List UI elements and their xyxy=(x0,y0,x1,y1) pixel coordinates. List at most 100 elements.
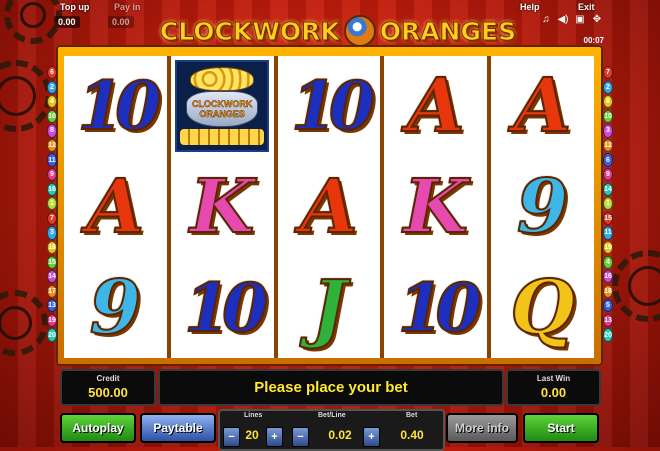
payline-left-3: 3 xyxy=(47,226,57,240)
payline-left-7: 7 xyxy=(47,211,57,225)
credit-label: Credit xyxy=(96,374,120,383)
message-display: Please place your bet xyxy=(158,369,504,406)
bet-label: Bet xyxy=(406,412,418,419)
symbol-10: 10 xyxy=(183,268,269,347)
payline-right-14: 14 xyxy=(603,182,613,196)
reel-symbol: A xyxy=(491,56,594,157)
payline-left-8: 8 xyxy=(47,124,57,138)
payline-right-11: 11 xyxy=(603,226,613,240)
bet-controls: Lines − 20 + Bet/Line − 0.02 + Bet 0.40 xyxy=(218,409,445,451)
reel-symbol: K xyxy=(171,157,274,258)
bonus-symbol: CLOCKWORK ORANGES xyxy=(175,60,270,153)
control-panel: Credit 500.00 Please place your bet Last… xyxy=(56,368,603,451)
symbol-k: K xyxy=(189,163,255,250)
last-win-value: 0.00 xyxy=(540,385,567,400)
reel-symbol: A xyxy=(384,56,487,157)
last-win-display: Last Win 0.00 xyxy=(506,369,601,406)
payline-right-18: 18 xyxy=(603,284,613,298)
symbol-10: 10 xyxy=(76,67,162,146)
payline-left-10: 10 xyxy=(47,109,57,123)
symbol-a: A xyxy=(299,163,358,250)
payline-right-12: 12 xyxy=(603,138,613,153)
symbol-9: 9 xyxy=(89,264,142,351)
payline-right-2: 2 xyxy=(603,80,613,94)
symbol-a: A xyxy=(406,63,465,150)
payline-right-13: 13 xyxy=(603,313,613,328)
payline-right-1: 1 xyxy=(603,197,613,211)
payline-right-10: 10 xyxy=(603,109,613,123)
coins-pile-icon xyxy=(180,129,265,146)
start-button[interactable]: Start xyxy=(523,413,599,443)
payline-left-19: 19 xyxy=(47,313,57,328)
payline-right-6: 6 xyxy=(603,153,613,167)
symbol-j: J xyxy=(310,264,347,351)
last-win-label: Last Win xyxy=(536,374,571,383)
status-message: Please place your bet xyxy=(254,379,408,396)
credit-value: 500.00 xyxy=(88,385,128,400)
paytable-button[interactable]: Paytable xyxy=(140,413,216,443)
payline-indicators-right: 7 2 8 10 3 12 6 9 14 1 15 11 19 4 16 18 5 13 20 xyxy=(603,66,613,342)
reel-symbol: Q xyxy=(491,257,594,358)
payline-indicators-left: 6 2 4 10 8 12 11 9 16 1 7 3 18 15 14 17 13 19 20 xyxy=(47,66,57,342)
reel-symbol: 9 xyxy=(64,257,167,358)
payline-right-9: 9 xyxy=(603,168,613,182)
autoplay-button[interactable]: Autoplay xyxy=(60,413,136,443)
payline-right-5: 5 xyxy=(603,299,613,313)
mascot-icon xyxy=(343,15,376,47)
reel-4: A K 10 xyxy=(384,56,488,358)
speaker-icon[interactable]: ◀) xyxy=(557,14,569,25)
exit-button[interactable]: Exit xyxy=(578,2,595,12)
logo-word-left: CLOCKWORK xyxy=(159,16,340,46)
reel-symbol: 10 xyxy=(384,257,487,358)
payline-left-1: 1 xyxy=(47,197,57,211)
symbol-k: K xyxy=(403,163,469,250)
reel-symbol: 10 xyxy=(64,56,167,157)
fullscreen-icon[interactable]: ▣ xyxy=(574,14,586,25)
reel-1: 10 A 9 xyxy=(64,56,167,358)
payline-right-7: 7 xyxy=(603,66,613,80)
top-up-value: 0.00 xyxy=(54,16,80,28)
payline-left-18: 18 xyxy=(47,240,57,255)
reel-symbol: 9 xyxy=(491,157,594,258)
payline-right-19: 19 xyxy=(603,240,613,255)
top-up-button[interactable]: Top up xyxy=(60,2,89,12)
betline-value: 0.02 xyxy=(328,428,352,442)
reel-grid: 10 A 9 CLOCKWORK ORANGES K 10 10 A J A K 10 A 9 Q xyxy=(64,56,594,358)
reel-symbol: J xyxy=(278,257,381,358)
reel-2: CLOCKWORK ORANGES K 10 xyxy=(170,56,274,358)
money-bag-icon: CLOCKWORK ORANGES xyxy=(186,91,259,128)
betline-increase-button[interactable]: + xyxy=(363,427,380,447)
lines-value: 20 xyxy=(245,428,259,442)
reel-symbol: A xyxy=(278,157,381,258)
payline-left-14: 14 xyxy=(47,270,57,284)
lines-label: Lines xyxy=(244,412,263,419)
payline-left-15: 15 xyxy=(47,255,57,269)
logo-word-right: ORANGES xyxy=(379,16,517,46)
coins-icon xyxy=(190,67,255,92)
session-timer: 00:07 xyxy=(583,36,604,45)
lines-increase-button[interactable]: + xyxy=(266,427,283,447)
payline-right-20: 20 xyxy=(603,328,613,342)
payline-left-16: 16 xyxy=(47,182,57,196)
payline-right-4: 4 xyxy=(603,255,613,269)
payline-left-17: 17 xyxy=(47,284,57,298)
symbol-q: Q xyxy=(509,264,575,351)
payline-left-9: 9 xyxy=(47,168,57,182)
reel-symbol: CLOCKWORK ORANGES xyxy=(171,56,274,157)
reel-symbol: A xyxy=(64,157,167,258)
symbol-10: 10 xyxy=(397,268,483,347)
payline-right-8: 8 xyxy=(603,95,613,109)
bet-value: 0.40 xyxy=(400,428,424,442)
betline-label: Bet/Line xyxy=(318,412,346,419)
settings-icon[interactable]: ✥ xyxy=(591,14,603,25)
payline-left-20: 20 xyxy=(47,328,57,342)
betline-decrease-button[interactable]: − xyxy=(292,427,309,447)
payline-right-16: 16 xyxy=(603,270,613,284)
lines-decrease-button[interactable]: − xyxy=(223,427,240,447)
more-info-button[interactable]: More info xyxy=(446,413,518,443)
reel-5: A 9 Q xyxy=(491,56,594,358)
reel-symbol: K xyxy=(384,157,487,258)
symbol-a: A xyxy=(86,163,145,250)
payline-right-3: 3 xyxy=(603,124,613,138)
payline-left-13: 13 xyxy=(47,299,57,313)
